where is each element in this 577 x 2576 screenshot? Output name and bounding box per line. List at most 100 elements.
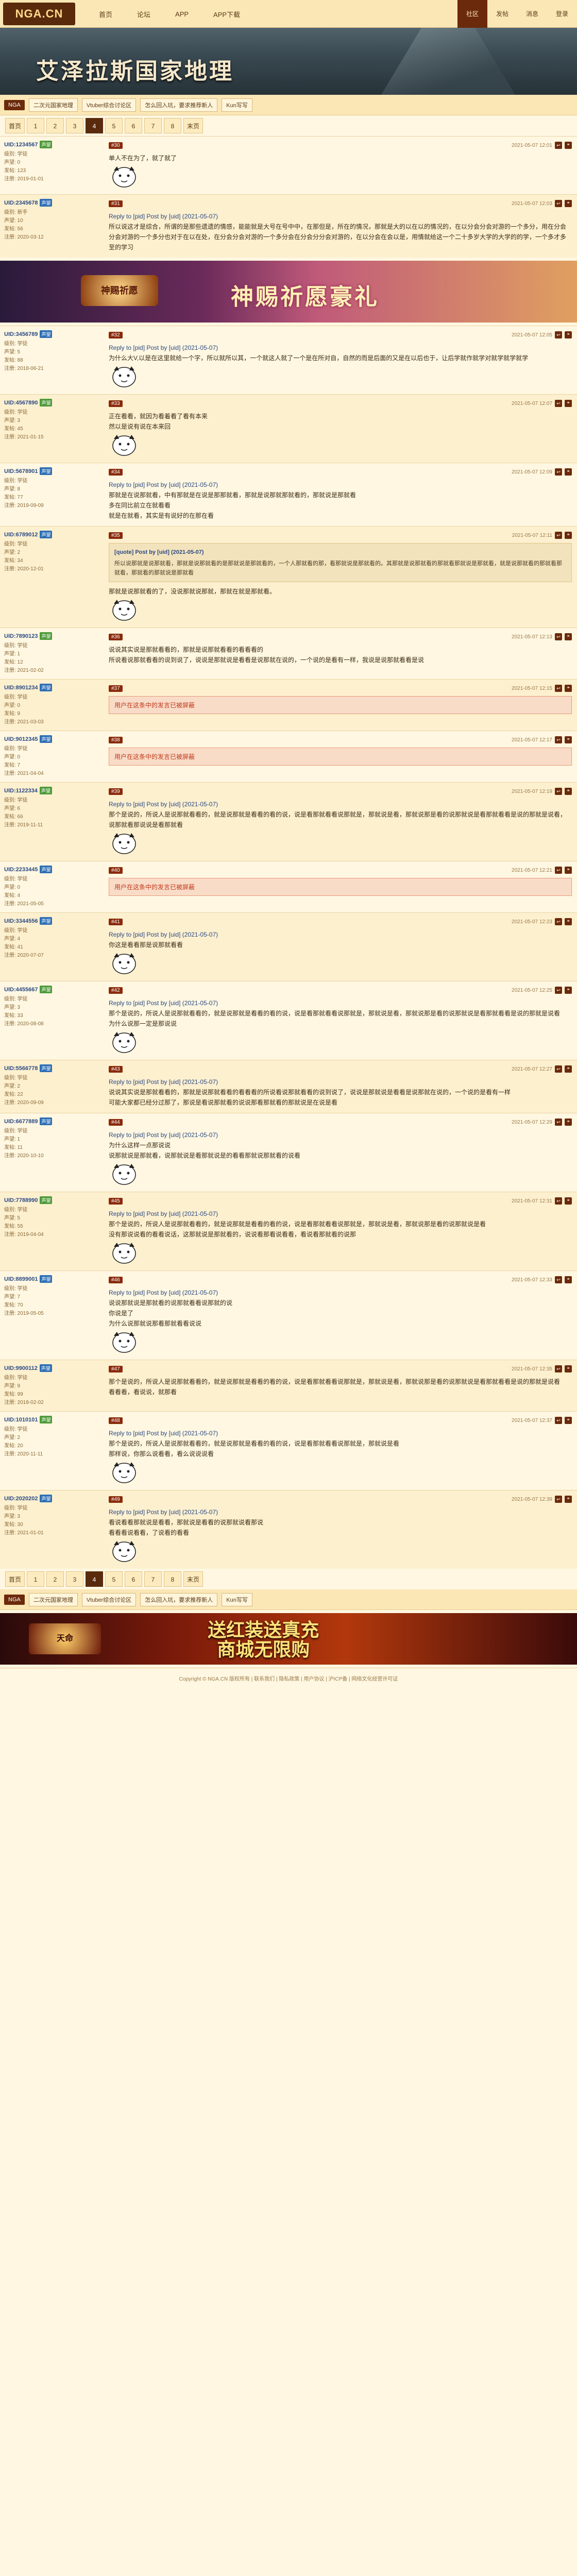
reply-icon[interactable]: ↩ — [555, 1365, 562, 1372]
username[interactable]: UID:6677889 — [4, 1118, 38, 1125]
reply-icon[interactable]: ↩ — [555, 1276, 562, 1283]
floor-number[interactable]: #39 — [109, 788, 123, 795]
quote-icon[interactable]: ❝ — [565, 987, 572, 994]
username[interactable]: UID:9012345 — [4, 736, 38, 742]
breadcrumb-item[interactable]: Kun写写 — [222, 1592, 252, 1606]
ad-banner-bottom[interactable]: 天命 送红装送真充 商城无限购 — [0, 1613, 577, 1665]
reply-icon[interactable]: ↩ — [555, 331, 562, 338]
quote-icon[interactable]: ❝ — [565, 1276, 572, 1283]
nav-item-home[interactable]: 首页 — [87, 9, 125, 19]
reply-header[interactable]: Reply to [pid] Post by [uid] (2021-05-07… — [109, 799, 572, 809]
reply-icon[interactable]: ↩ — [555, 867, 562, 874]
quote-icon[interactable]: ❝ — [565, 468, 572, 476]
breadcrumb-item[interactable]: 二次元国家地理 — [28, 98, 78, 112]
quote-icon[interactable]: ❝ — [565, 633, 572, 640]
username[interactable]: UID:7890123 — [4, 633, 38, 639]
username[interactable]: UID:1010101 — [4, 1417, 38, 1423]
reply-header[interactable]: Reply to [pid] Post by [uid] (2021-05-07… — [109, 1428, 572, 1438]
quote-icon[interactable]: ❝ — [565, 685, 572, 692]
username[interactable]: UID:1234567 — [4, 142, 38, 148]
page-link[interactable]: 末页 — [183, 118, 203, 133]
breadcrumb-item[interactable]: Kun写写 — [222, 98, 252, 112]
page-link[interactable]: 4 — [86, 1571, 104, 1587]
page-link[interactable]: 首页 — [5, 1571, 25, 1587]
quote-header[interactable]: [quote] Post by [uid] (2021-05-07) — [114, 548, 566, 557]
reply-icon[interactable]: ↩ — [555, 633, 562, 640]
floor-number[interactable]: #46 — [109, 1276, 123, 1283]
site-logo[interactable]: NGA.CN — [3, 3, 75, 25]
page-link[interactable]: 6 — [125, 1571, 143, 1587]
floor-number[interactable]: #38 — [109, 736, 123, 743]
floor-number[interactable]: #44 — [109, 1118, 123, 1126]
menu-message[interactable]: 消息 — [517, 0, 547, 28]
page-link[interactable]: 8 — [164, 1571, 182, 1587]
username[interactable]: UID:5678901 — [4, 468, 38, 474]
quote-icon[interactable]: ❝ — [565, 736, 572, 743]
floor-number[interactable]: #41 — [109, 918, 123, 925]
menu-community[interactable]: 社区 — [457, 0, 487, 28]
username[interactable]: UID:9900112 — [4, 1365, 38, 1371]
quote-icon[interactable]: ❝ — [565, 1417, 572, 1424]
floor-number[interactable]: #31 — [109, 200, 123, 207]
reply-header[interactable]: Reply to [pid] Post by [uid] (2021-05-07… — [109, 1287, 572, 1298]
reply-header[interactable]: Reply to [pid] Post by [uid] (2021-05-07… — [109, 1209, 572, 1219]
reply-icon[interactable]: ↩ — [555, 1118, 562, 1126]
menu-login[interactable]: 登录 — [547, 0, 577, 28]
reply-header[interactable]: Reply to [pid] Post by [uid] (2021-05-07… — [109, 1130, 572, 1140]
quote-icon[interactable]: ❝ — [565, 1496, 572, 1503]
page-link[interactable]: 3 — [66, 1571, 84, 1587]
reply-icon[interactable]: ↩ — [555, 685, 562, 692]
reply-header[interactable]: Reply to [pid] Post by [uid] (2021-05-07… — [109, 480, 572, 490]
reply-icon[interactable]: ↩ — [555, 1065, 562, 1073]
page-link[interactable]: 5 — [105, 1571, 123, 1587]
quote-icon[interactable]: ❝ — [565, 788, 572, 795]
page-link[interactable]: 2 — [46, 118, 64, 133]
breadcrumb-item[interactable]: 怎么回入坑，要求推荐新人 — [140, 1592, 218, 1606]
floor-number[interactable]: #35 — [109, 532, 123, 539]
page-link[interactable]: 8 — [164, 118, 182, 133]
floor-number[interactable]: #34 — [109, 468, 123, 476]
page-link[interactable]: 3 — [66, 118, 84, 133]
reply-icon[interactable]: ↩ — [555, 736, 562, 743]
floor-number[interactable]: #45 — [109, 1197, 123, 1205]
ad-banner[interactable]: 神赐祈愿 神赐祈愿豪礼 — [0, 261, 577, 323]
reply-icon[interactable]: ↩ — [555, 142, 562, 149]
page-link[interactable]: 1 — [27, 118, 45, 133]
quote-icon[interactable]: ❝ — [565, 1065, 572, 1073]
page-link[interactable]: 5 — [105, 118, 123, 133]
username[interactable]: UID:2020202 — [4, 1496, 38, 1502]
floor-number[interactable]: #43 — [109, 1065, 123, 1073]
reply-icon[interactable]: ↩ — [555, 1197, 562, 1205]
username[interactable]: UID:2345678 — [4, 200, 38, 206]
floor-number[interactable]: #48 — [109, 1417, 123, 1424]
reply-icon[interactable]: ↩ — [555, 200, 562, 207]
reply-header[interactable]: Reply to [pid] Post by [uid] (2021-05-07… — [109, 1507, 572, 1517]
quote-icon[interactable]: ❝ — [565, 1365, 572, 1372]
reply-icon[interactable]: ↩ — [555, 788, 562, 795]
floor-number[interactable]: #37 — [109, 685, 123, 692]
breadcrumb-item[interactable]: 二次元国家地理 — [28, 1592, 78, 1606]
quote-icon[interactable]: ❝ — [565, 918, 572, 925]
username[interactable]: UID:6789012 — [4, 532, 38, 538]
nav-item-forum[interactable]: 论坛 — [125, 9, 163, 19]
reply-header[interactable]: Reply to [pid] Post by [uid] (2021-05-07… — [109, 211, 572, 222]
floor-number[interactable]: #36 — [109, 633, 123, 640]
username[interactable]: UID:8901234 — [4, 685, 38, 691]
quote-icon[interactable]: ❝ — [565, 532, 572, 539]
breadcrumb-tag[interactable]: NGA — [4, 99, 25, 110]
page-link[interactable]: 4 — [86, 118, 104, 133]
reply-header[interactable]: Reply to [pid] Post by [uid] (2021-05-07… — [109, 929, 572, 940]
floor-number[interactable]: #47 — [109, 1365, 123, 1372]
breadcrumb-item[interactable]: 怎么回入坑，要求推荐新人 — [140, 98, 218, 112]
username[interactable]: UID:5566778 — [4, 1065, 38, 1072]
page-link[interactable]: 末页 — [183, 1571, 203, 1587]
floor-number[interactable]: #42 — [109, 987, 123, 994]
floor-number[interactable]: #30 — [109, 142, 123, 149]
reply-header[interactable]: Reply to [pid] Post by [uid] (2021-05-07… — [109, 1077, 572, 1087]
quote-icon[interactable]: ❝ — [565, 400, 572, 407]
reply-icon[interactable]: ↩ — [555, 400, 562, 407]
quote-icon[interactable]: ❝ — [565, 867, 572, 874]
page-link[interactable]: 2 — [46, 1571, 64, 1587]
username[interactable]: UID:4455667 — [4, 987, 38, 993]
page-link[interactable]: 首页 — [5, 118, 25, 133]
